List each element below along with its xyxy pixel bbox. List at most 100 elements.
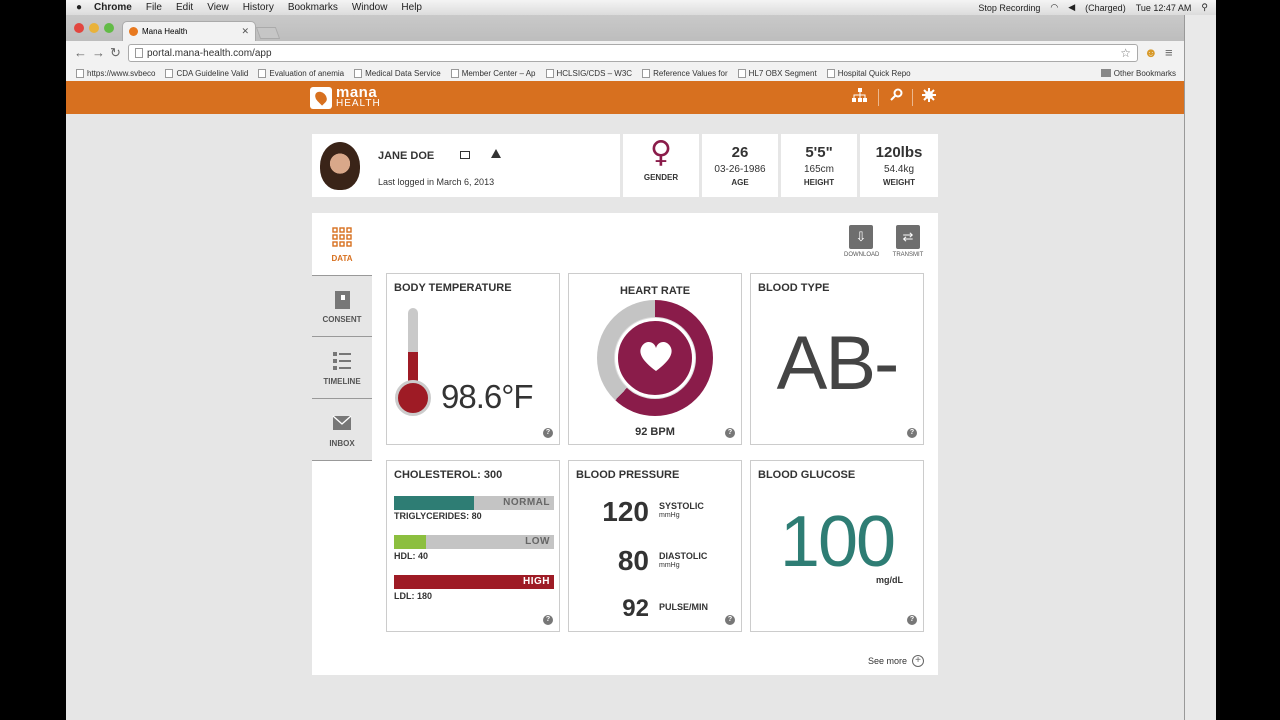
hdl-fill bbox=[394, 535, 426, 549]
bookmark-label: Medical Data Service bbox=[365, 68, 441, 78]
bookmark-item[interactable]: Member Center – Ap bbox=[450, 68, 536, 78]
menu-edit[interactable]: Edit bbox=[176, 2, 193, 13]
browser-tab[interactable]: Mana Health ✕ bbox=[122, 21, 256, 41]
browser-chrome: Mana Health ✕ ← → ↻ portal.mana-health.c… bbox=[66, 15, 1184, 81]
bookmark-item[interactable]: Reference Values for bbox=[642, 68, 728, 78]
gear-icon[interactable] bbox=[922, 88, 936, 105]
menu-file[interactable]: File bbox=[146, 2, 162, 13]
other-bookmarks[interactable]: Other Bookmarks bbox=[1100, 69, 1176, 78]
blood-type-card[interactable]: BLOOD TYPE AB- ? bbox=[750, 273, 924, 445]
diastolic-label-group: DIASTOLIC mmHg bbox=[659, 551, 707, 571]
zoom-window-button[interactable] bbox=[104, 23, 114, 33]
nav-data[interactable]: DATA bbox=[312, 213, 372, 275]
envelope-icon bbox=[332, 415, 352, 430]
height-label: HEIGHT bbox=[803, 178, 835, 187]
body-temperature-title: BODY TEMPERATURE bbox=[394, 282, 512, 294]
battery-status[interactable]: (Charged) bbox=[1085, 3, 1126, 13]
cholesterol-title: CHOLESTEROL: 300 bbox=[394, 469, 503, 481]
menu-bookmarks[interactable]: Bookmarks bbox=[288, 2, 338, 13]
heart-rate-card[interactable]: HEART RATE 92 BPM ? bbox=[568, 273, 742, 445]
blood-type-value: AB- bbox=[776, 321, 900, 406]
side-nav: DATA CONSENT TIMELINE INBOX bbox=[312, 213, 372, 463]
heart-icon bbox=[640, 342, 672, 371]
header-divider bbox=[878, 89, 879, 106]
cholesterol-card[interactable]: CHOLESTEROL: 300 NORMAL TRIGLYCERIDES: 8… bbox=[386, 460, 560, 632]
mana-health-logo[interactable]: mana HEALTH bbox=[310, 85, 381, 110]
bookmark-label: CDA Guideline Valid bbox=[176, 68, 249, 78]
mail-icon[interactable] bbox=[460, 151, 470, 159]
sitemap-icon[interactable] bbox=[852, 88, 867, 106]
diastolic-label: DIASTOLIC bbox=[659, 551, 708, 561]
menu-window[interactable]: Window bbox=[352, 2, 388, 13]
height-card: 5'5" 165cm HEIGHT bbox=[781, 134, 857, 197]
menu-help[interactable]: Help bbox=[401, 2, 422, 13]
nav-inbox-label: INBOX bbox=[329, 439, 355, 448]
volume-icon[interactable]: ◀ bbox=[1068, 2, 1075, 13]
main-panel: DATA CONSENT TIMELINE INBOX ⇩ DOWNLOAD ⇄… bbox=[312, 213, 938, 675]
bookmark-page-icon bbox=[76, 68, 84, 78]
menu-view[interactable]: View bbox=[207, 2, 229, 13]
bookmark-item[interactable]: Hospital Quick Repo bbox=[826, 68, 911, 78]
chrome-menu-icon[interactable]: ≡ bbox=[1165, 45, 1173, 60]
systolic-label: SYSTOLIC bbox=[659, 501, 704, 511]
transmit-icon: ⇄ bbox=[896, 225, 920, 249]
see-more-link[interactable]: See more + bbox=[868, 655, 924, 667]
search-icon[interactable] bbox=[890, 88, 903, 104]
ldl-status: HIGH bbox=[523, 576, 550, 587]
ldl-bar: HIGH bbox=[394, 575, 554, 589]
help-icon[interactable]: ? bbox=[543, 428, 553, 438]
forward-icon[interactable]: → bbox=[92, 45, 105, 60]
screen: ● Chrome File Edit View History Bookmark… bbox=[0, 0, 1280, 720]
systolic-value: 120 bbox=[602, 496, 649, 527]
bookmark-page-icon bbox=[642, 68, 651, 78]
help-icon[interactable]: ? bbox=[725, 615, 735, 625]
menubar-clock[interactable]: Tue 12:47 AM bbox=[1136, 3, 1192, 13]
patient-name: JANE DOE bbox=[378, 150, 435, 162]
bookmark-item[interactable]: HL7 OBX Segment bbox=[737, 68, 817, 78]
address-bar[interactable]: portal.mana-health.com/app ☆ bbox=[128, 44, 1138, 62]
extension-icon[interactable]: ☻ bbox=[1144, 45, 1158, 60]
bookmark-item[interactable]: https://www.svbeco bbox=[76, 68, 155, 78]
blood-pressure-card[interactable]: BLOOD PRESSURE 120 SYSTOLIC mmHg 80 DIAS… bbox=[568, 460, 742, 632]
nav-inbox[interactable]: INBOX bbox=[312, 399, 372, 461]
new-tab-button[interactable] bbox=[255, 27, 281, 39]
reload-icon[interactable]: ↻ bbox=[110, 45, 121, 61]
back-icon[interactable]: ← bbox=[74, 45, 87, 60]
minimize-window-button[interactable] bbox=[89, 23, 99, 33]
bookmark-page-icon bbox=[258, 68, 267, 78]
wifi-icon[interactable]: ◠ bbox=[1050, 2, 1058, 13]
bookmark-item[interactable]: CDA Guideline Valid bbox=[165, 68, 249, 78]
apple-icon[interactable]: ● bbox=[76, 2, 82, 13]
help-icon[interactable]: ? bbox=[907, 428, 917, 438]
nav-timeline[interactable]: TIMELINE bbox=[312, 337, 372, 399]
avatar bbox=[320, 142, 360, 190]
transmit-button[interactable]: ⇄ TRANSMIT bbox=[891, 225, 925, 258]
bookmark-page-icon bbox=[737, 68, 746, 78]
spotlight-icon[interactable]: ⚲ bbox=[1201, 2, 1208, 13]
help-icon[interactable]: ? bbox=[725, 428, 735, 438]
consent-book-icon bbox=[335, 291, 350, 309]
nav-consent[interactable]: CONSENT bbox=[312, 275, 372, 337]
tab-close-icon[interactable]: ✕ bbox=[241, 26, 249, 37]
bookmark-star-icon[interactable]: ☆ bbox=[1120, 46, 1131, 60]
stop-recording-item[interactable]: Stop Recording bbox=[978, 3, 1040, 13]
body-temperature-card[interactable]: BODY TEMPERATURE 98.6°F ? bbox=[386, 273, 560, 445]
help-icon[interactable]: ? bbox=[907, 615, 917, 625]
help-icon[interactable]: ? bbox=[543, 615, 553, 625]
bookmark-page-icon bbox=[545, 68, 554, 78]
menu-app-name[interactable]: Chrome bbox=[94, 2, 132, 13]
bookmark-item[interactable]: Evaluation of anemia bbox=[258, 68, 344, 78]
alert-icon[interactable] bbox=[491, 149, 501, 158]
blood-glucose-card[interactable]: BLOOD GLUCOSE 100 mg/dL ? bbox=[750, 460, 924, 632]
weight-label: WEIGHT bbox=[883, 178, 915, 187]
hdl-bar: LOW bbox=[394, 535, 554, 549]
triglycerides-status: NORMAL bbox=[503, 497, 550, 508]
bookmark-item[interactable]: HCLSIG/CDS – W3C bbox=[545, 68, 632, 78]
close-window-button[interactable] bbox=[74, 23, 84, 33]
download-button[interactable]: ⇩ DOWNLOAD bbox=[844, 225, 879, 258]
gender-card: ♀ GENDER bbox=[623, 134, 699, 197]
background-window-strip bbox=[1184, 15, 1216, 720]
bookmark-item[interactable]: Medical Data Service bbox=[354, 68, 441, 78]
menu-history[interactable]: History bbox=[243, 2, 274, 13]
bookmarks-bar: https://www.svbeco CDA Guideline Valid E… bbox=[66, 65, 1184, 81]
